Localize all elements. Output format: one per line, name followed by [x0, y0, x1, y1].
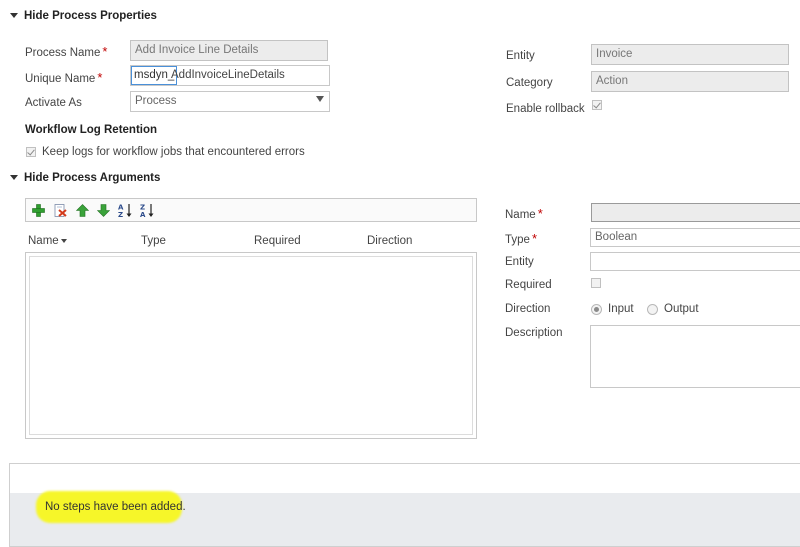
svg-text:A: A [140, 211, 146, 218]
process-properties-header[interactable]: Hide Process Properties [10, 10, 157, 22]
argument-required-checkbox[interactable] [591, 278, 601, 288]
column-header-name[interactable]: Name [28, 235, 67, 247]
entity-label: Entity [506, 50, 535, 62]
sort-descending-icon[interactable]: Z A [140, 203, 155, 218]
process-name-label: Process Name * [25, 44, 108, 59]
category-label: Category [506, 77, 553, 89]
argument-name-field[interactable] [591, 203, 800, 222]
unique-name-input[interactable]: AddInvoiceLineDetails [171, 68, 285, 83]
column-header-direction[interactable]: Direction [367, 235, 412, 247]
column-header-type[interactable]: Type [141, 235, 166, 247]
argument-direction-label: Direction [505, 303, 551, 315]
required-asterisk: * [537, 206, 543, 221]
unique-name-label: Unique Name * [25, 70, 103, 85]
svg-text:Z: Z [118, 211, 123, 218]
enable-rollback-label: Enable rollback [506, 103, 585, 115]
collapse-caret-icon [10, 175, 18, 181]
enable-rollback-checkbox[interactable] [592, 100, 602, 110]
direction-output-label: Output [664, 303, 699, 315]
unique-name-group: msdyn_ AddInvoiceLineDetails [130, 65, 330, 86]
column-header-required[interactable]: Required [254, 235, 301, 247]
move-down-icon[interactable] [97, 204, 110, 217]
no-steps-message: No steps have been added. [45, 501, 186, 513]
direction-input-label: Input [608, 303, 634, 315]
argument-description-textarea[interactable] [590, 325, 800, 388]
direction-output-radio[interactable] [647, 304, 658, 315]
argument-type-select[interactable]: Boolean [590, 228, 800, 247]
argument-required-label: Required [505, 279, 552, 291]
process-arguments-header[interactable]: Hide Process Arguments [10, 172, 160, 184]
required-asterisk: * [97, 70, 103, 85]
argument-name-label: Name * [505, 206, 543, 221]
delete-icon[interactable] [54, 204, 67, 217]
add-icon[interactable] [32, 204, 45, 217]
argument-entity-label: Entity [505, 256, 534, 268]
entity-field[interactable]: Invoice [591, 44, 789, 65]
argument-entity-field[interactable] [590, 252, 800, 271]
argument-type-label: Type * [505, 231, 537, 246]
arguments-list-inner [29, 256, 473, 435]
sort-ascending-icon[interactable]: A Z [118, 203, 133, 218]
required-asterisk: * [531, 231, 537, 246]
workflow-log-retention-heading: Workflow Log Retention [25, 124, 158, 136]
sort-arrow-icon [60, 238, 67, 243]
argument-description-label: Description [505, 327, 563, 339]
move-up-icon[interactable] [76, 204, 89, 217]
category-field[interactable]: Action [591, 71, 789, 92]
process-name-field[interactable]: Add Invoice Line Details [130, 40, 328, 61]
activate-as-select[interactable]: Process [130, 91, 330, 112]
required-asterisk: * [102, 44, 108, 59]
keep-logs-label: Keep logs for workflow jobs that encount… [42, 146, 305, 158]
arguments-list[interactable] [25, 252, 477, 439]
activate-as-label: Activate As [25, 97, 82, 109]
keep-logs-checkbox[interactable] [26, 147, 36, 157]
collapse-caret-icon [10, 13, 18, 19]
arguments-toolbar: A Z Z A [25, 198, 477, 222]
direction-input-radio[interactable] [591, 304, 602, 315]
dropdown-arrow-icon [316, 96, 324, 102]
